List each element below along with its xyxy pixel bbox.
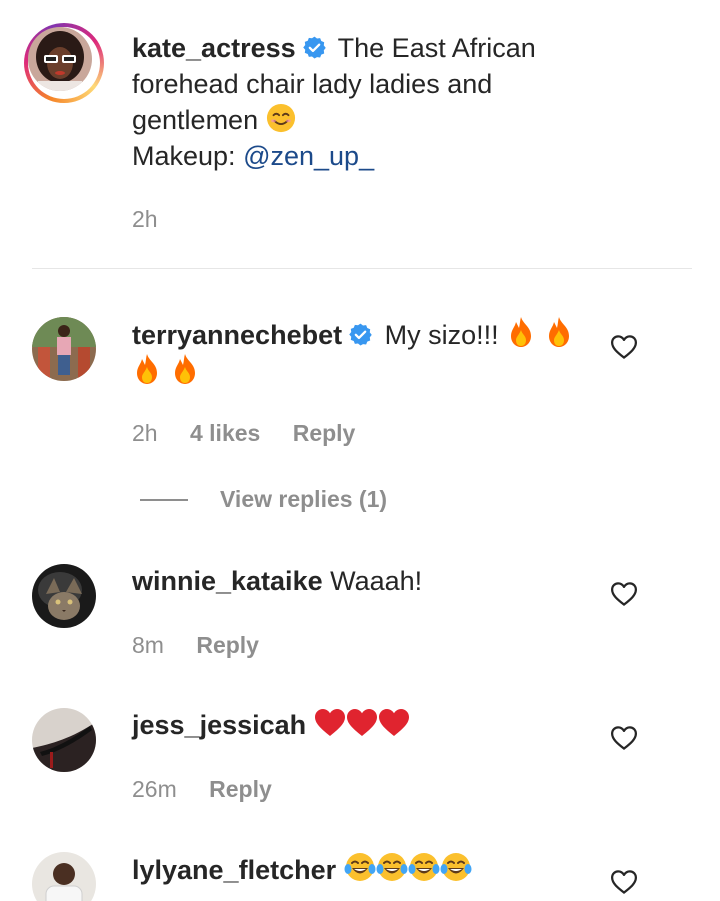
avatar[interactable] xyxy=(32,317,96,381)
view-replies-button[interactable]: View replies (1) xyxy=(140,486,387,513)
reply-button[interactable]: Reply xyxy=(209,776,272,802)
caption-username[interactable]: kate_actress xyxy=(132,33,296,63)
reply-button[interactable]: Reply xyxy=(293,420,356,446)
laugh-emojis xyxy=(344,853,472,885)
likes-count[interactable]: 4 likes xyxy=(190,420,260,446)
avatar-image-kate xyxy=(28,27,92,91)
red-heart-emoji xyxy=(378,709,409,736)
comment-username[interactable]: winnie_kataike xyxy=(132,566,323,596)
avatar-image-terryanne xyxy=(32,317,96,381)
reply-button[interactable]: Reply xyxy=(196,632,259,658)
view-replies-label: View replies (1) xyxy=(220,486,388,512)
fire-emoji xyxy=(548,317,569,347)
heart-outline-icon[interactable] xyxy=(609,332,639,362)
caption-avatar-story-ring[interactable] xyxy=(24,23,104,103)
comment-text: jess_jessicah xyxy=(132,707,592,743)
heart-outline-icon[interactable] xyxy=(609,579,639,609)
fire-emojis-line1 xyxy=(506,317,574,350)
caption-meta: 2h xyxy=(132,206,184,233)
comment-text: lylyane_fletcher xyxy=(132,851,592,888)
verified-badge-icon xyxy=(349,323,372,346)
comment-text: winnie_kataike Waaah! xyxy=(132,563,592,599)
tears-of-joy-emoji xyxy=(344,853,376,881)
heart-outline-icon[interactable] xyxy=(609,723,639,753)
caption-text: kate_actress The East African forehead c… xyxy=(132,30,602,174)
avatar[interactable] xyxy=(32,564,96,628)
comment-body: Waaah! xyxy=(330,566,423,596)
fire-emoji xyxy=(511,317,532,347)
caption-timestamp: 2h xyxy=(132,206,158,232)
mention-link[interactable]: @zen_up_ xyxy=(243,141,374,171)
caption-line1: The East African xyxy=(337,33,536,63)
comment-username[interactable]: terryannechebet xyxy=(132,320,342,350)
comment-meta: 2h 4 likes Reply xyxy=(132,420,381,447)
comment-meta: 26m Reply xyxy=(132,776,298,803)
heart-emojis xyxy=(314,709,410,740)
comment-username[interactable]: jess_jessicah xyxy=(132,710,306,740)
comment-username[interactable]: lylyane_fletcher xyxy=(132,855,336,885)
divider xyxy=(32,268,692,269)
comment-timestamp: 26m xyxy=(132,776,177,802)
red-heart-emoji xyxy=(346,709,377,736)
comments-screen: kate_actress The East African forehead c… xyxy=(0,0,720,901)
avatar-image-jess xyxy=(32,708,96,772)
tears-of-joy-emoji xyxy=(440,853,472,881)
avatar-image-winnie xyxy=(32,564,96,628)
heart-outline-icon[interactable] xyxy=(609,867,639,897)
comment-body: My sizo!!! xyxy=(384,320,499,350)
avatar[interactable] xyxy=(28,27,92,91)
comment-timestamp: 2h xyxy=(132,420,158,446)
comment-meta: 8m Reply xyxy=(132,632,285,659)
makeup-label: Makeup: xyxy=(132,141,236,171)
verified-badge-icon xyxy=(302,36,326,59)
fire-emoji xyxy=(174,354,195,384)
fire-emojis-line2 xyxy=(132,354,200,387)
avatar[interactable] xyxy=(32,708,96,772)
avatar-image-lylyane xyxy=(32,852,96,901)
replies-line xyxy=(140,498,188,501)
caption-line3: gentlemen xyxy=(132,105,259,135)
red-heart-emoji xyxy=(314,709,345,736)
fire-emoji xyxy=(137,354,157,384)
comment-timestamp: 8m xyxy=(132,632,164,658)
smiling-face-emoji xyxy=(266,103,295,133)
caption-line2: forehead chair lady ladies and xyxy=(132,69,493,99)
comment-text: terryannechebet My sizo!!! xyxy=(132,316,592,390)
avatar[interactable] xyxy=(32,852,96,901)
tears-of-joy-emoji xyxy=(376,853,408,881)
tears-of-joy-emoji xyxy=(408,853,440,881)
